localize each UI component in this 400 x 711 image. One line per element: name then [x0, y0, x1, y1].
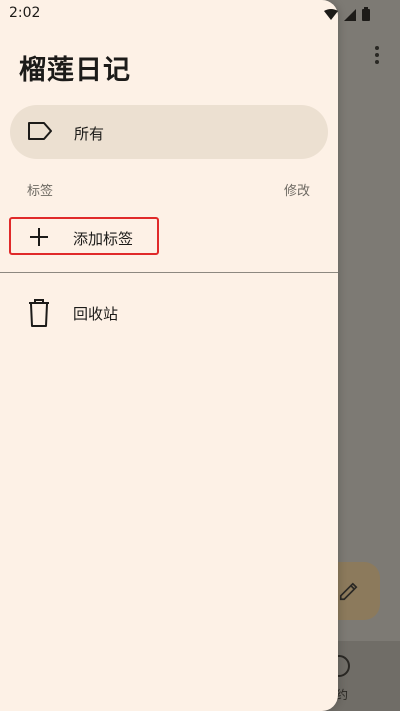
add-label-button[interactable]: 添加标签 — [9, 217, 159, 255]
status-time: 2:02 — [9, 5, 41, 21]
edit-labels-button[interactable]: 修改 — [284, 180, 310, 199]
trash-can-icon — [27, 298, 51, 332]
divider — [0, 272, 338, 273]
pencil-icon — [339, 582, 358, 601]
nav-item-trash[interactable]: 回收站 — [10, 294, 328, 334]
nav-item-all-label: 所有 — [74, 125, 105, 143]
labels-section-header: 标签 — [27, 184, 54, 199]
plus-icon — [27, 225, 51, 253]
signal-icon — [344, 6, 356, 25]
add-label-text: 添加标签 — [73, 230, 134, 248]
battery-icon — [362, 6, 370, 25]
more-vert-icon[interactable] — [374, 46, 380, 68]
wifi-icon — [324, 6, 338, 25]
status-bar: 2:02 — [0, 0, 400, 26]
navigation-drawer: 榴莲日记 所有 标签 修改 添加标签 回收站 — [0, 0, 338, 711]
app-title: 榴莲日记 — [19, 55, 131, 86]
nav-item-all[interactable]: 所有 — [10, 105, 328, 159]
nav-item-trash-label: 回收站 — [73, 305, 119, 323]
label-tag-icon — [26, 120, 54, 146]
